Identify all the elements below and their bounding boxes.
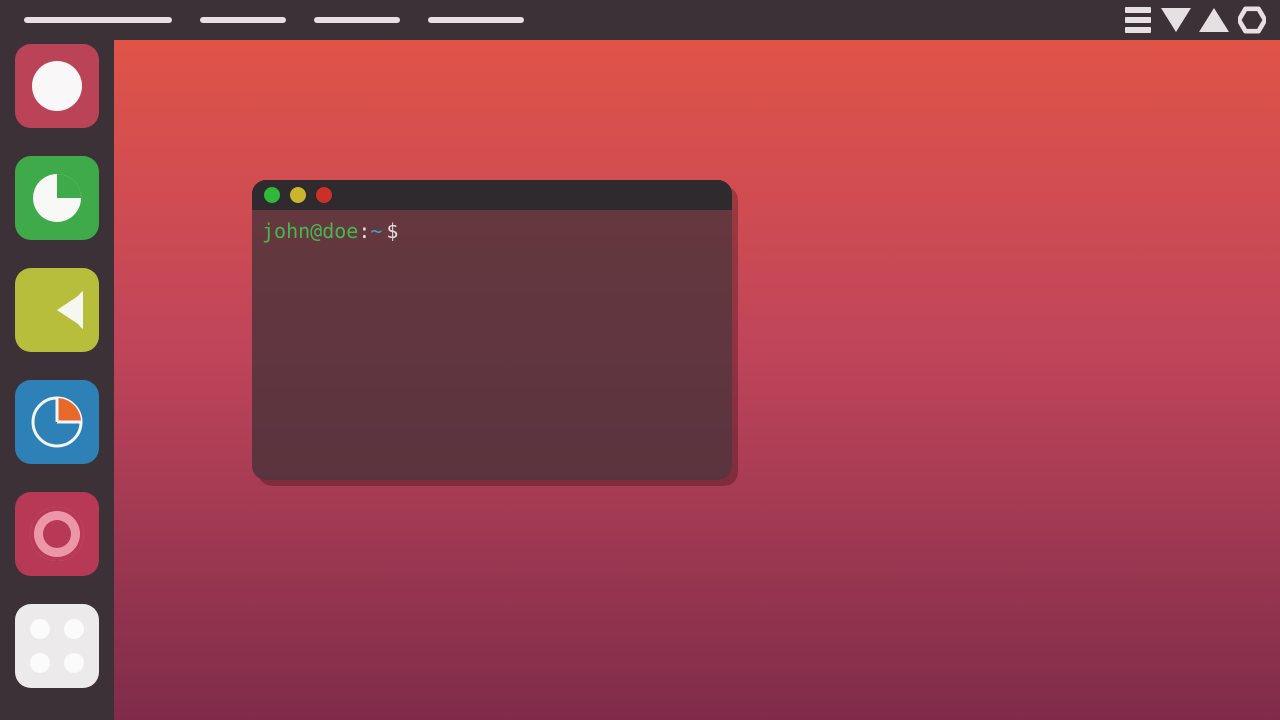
triangle-down-icon[interactable]: [1162, 6, 1190, 34]
dock-app-2[interactable]: [15, 156, 99, 240]
menu-item-3[interactable]: [314, 17, 400, 23]
system-tray: [1124, 6, 1280, 34]
dock: [0, 40, 114, 720]
prompt-symbol: $: [386, 219, 398, 243]
prompt-user: john@doe: [262, 219, 358, 243]
minimize-icon[interactable]: [290, 187, 306, 203]
dock-app-5[interactable]: [15, 492, 99, 576]
pie-icon: [31, 172, 83, 224]
terminal-window[interactable]: john@doe:~$: [252, 180, 732, 480]
close-icon[interactable]: [264, 187, 280, 203]
chart-icon: [29, 394, 85, 450]
menu-item-2[interactable]: [200, 17, 286, 23]
dock-apps-grid[interactable]: [15, 604, 99, 688]
desktop[interactable]: john@doe:~$: [114, 40, 1280, 720]
prompt-colon: :: [358, 219, 370, 243]
pac-icon: [31, 284, 83, 336]
top-menu: [0, 17, 524, 23]
dock-app-1[interactable]: [15, 44, 99, 128]
maximize-icon[interactable]: [316, 187, 332, 203]
triangle-up-icon[interactable]: [1200, 6, 1228, 34]
prompt-path: ~: [370, 219, 382, 243]
dock-app-3[interactable]: [15, 268, 99, 352]
terminal-titlebar[interactable]: [252, 180, 732, 210]
record-icon: [30, 507, 84, 561]
terminal-body[interactable]: john@doe:~$: [252, 210, 732, 252]
dock-app-4[interactable]: [15, 380, 99, 464]
apps-grid-icon: [30, 619, 84, 673]
circle-icon: [32, 61, 82, 111]
hexagon-icon[interactable]: [1238, 6, 1266, 34]
menu-item-4[interactable]: [428, 17, 524, 23]
top-panel: [0, 0, 1280, 40]
menu-item-1[interactable]: [24, 17, 172, 23]
menu-icon[interactable]: [1124, 6, 1152, 34]
